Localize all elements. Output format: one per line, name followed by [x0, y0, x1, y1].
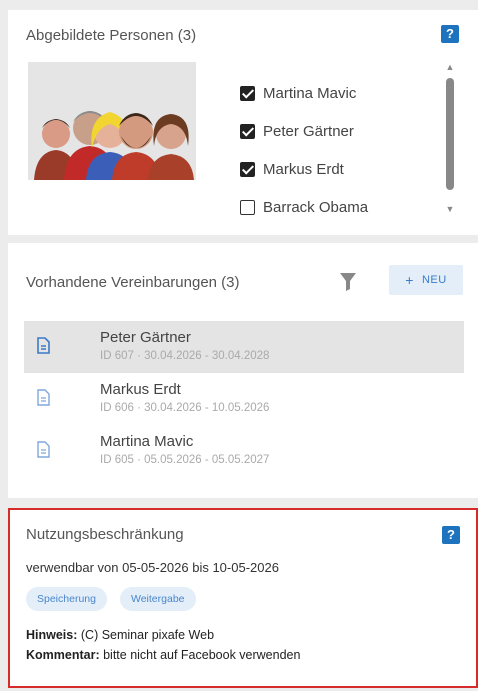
person-name: Markus Erdt: [263, 160, 344, 178]
person-checkbox[interactable]: [240, 199, 255, 215]
agreement-meta: ID 607 · 30.04.2026 - 30.04.2028: [100, 350, 270, 362]
agreement-item[interactable]: Markus Erdt ID 606 · 30.04.2026 - 10.05.…: [24, 373, 464, 425]
comment-label: Kommentar:: [26, 648, 100, 662]
agreements-list: Peter Gärtner ID 607 · 30.04.2026 - 30.0…: [24, 321, 464, 477]
document-icon: [37, 389, 50, 406]
help-icon[interactable]: ?: [442, 526, 460, 544]
help-icon[interactable]: ?: [441, 25, 459, 43]
person-item[interactable]: Peter Gärtner: [240, 112, 368, 150]
document-icon: [37, 337, 50, 354]
person-name: Martina Mavic: [263, 84, 357, 102]
usage-title: Nutzungsbeschränkung: [26, 526, 184, 543]
agreement-item[interactable]: Martina Mavic ID 605 · 05.05.2026 - 05.0…: [24, 425, 464, 477]
scroll-down-icon[interactable]: ▼: [444, 204, 456, 214]
scroll-thumb[interactable]: [446, 78, 454, 190]
new-button-label: NEU: [421, 274, 447, 286]
tag-storage: Speicherung: [26, 587, 107, 611]
comment-line: Kommentar: bitte nicht auf Facebook verw…: [26, 648, 300, 662]
person-checkbox[interactable]: [240, 85, 255, 101]
agreements-card: Vorhandene Vereinbarungen (3) + NEU Pete…: [8, 243, 478, 498]
agreement-name: Markus Erdt: [100, 381, 181, 398]
persons-checkbox-list: Martina Mavic Peter Gärtner Markus Erdt …: [240, 74, 368, 226]
person-name: Peter Gärtner: [263, 122, 354, 140]
scroll-up-icon[interactable]: ▲: [444, 62, 456, 72]
plus-icon: +: [405, 272, 414, 288]
person-item[interactable]: Barrack Obama: [240, 188, 368, 226]
persons-card: Abgebildete Personen (3) ? Martina Mavic…: [8, 10, 478, 235]
person-checkbox[interactable]: [240, 123, 255, 139]
usage-validity: verwendbar von 05-05-2026 bis 10-05-2026: [26, 560, 279, 575]
hint-label: Hinweis:: [26, 628, 78, 642]
agreement-meta: ID 605 · 05.05.2026 - 05.05.2027: [100, 454, 270, 466]
agreements-title: Vorhandene Vereinbarungen (3): [26, 274, 240, 291]
agreement-name: Peter Gärtner: [100, 329, 191, 346]
hint-value: (C) Seminar pixafe Web: [77, 628, 215, 642]
document-icon: [37, 441, 50, 458]
person-name: Barrack Obama: [263, 198, 369, 216]
filter-icon[interactable]: [340, 273, 356, 291]
comment-value: bitte nicht auf Facebook verwenden: [99, 648, 301, 662]
person-checkbox[interactable]: [240, 161, 255, 177]
persons-scrollbar[interactable]: ▲ ▼: [444, 62, 456, 214]
agreement-name: Martina Mavic: [100, 433, 194, 450]
tag-distribution: Weitergabe: [120, 587, 196, 611]
person-item[interactable]: Markus Erdt: [240, 150, 368, 188]
person-item[interactable]: Martina Mavic: [240, 74, 368, 112]
people-image: [28, 62, 196, 180]
new-agreement-button[interactable]: + NEU: [389, 265, 463, 295]
agreement-item[interactable]: Peter Gärtner ID 607 · 30.04.2026 - 30.0…: [24, 321, 464, 373]
agreement-meta: ID 606 · 30.04.2026 - 10.05.2026: [100, 402, 270, 414]
persons-title: Abgebildete Personen (3): [26, 27, 197, 44]
hint-line: Hinweis: (C) Seminar pixafe Web: [26, 628, 214, 642]
usage-restriction-card: Nutzungsbeschränkung ? verwendbar von 05…: [8, 508, 478, 688]
